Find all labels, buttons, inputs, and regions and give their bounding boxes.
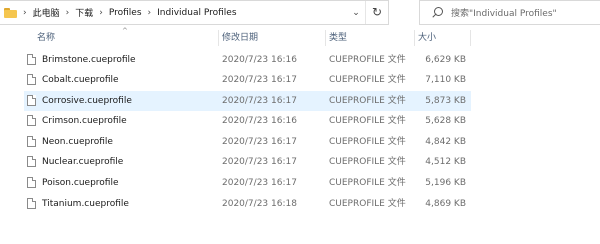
file-name: Corrosive.cueprofile [42, 96, 132, 106]
file-modified-date: 2020/7/23 16:17 [222, 75, 297, 85]
column-divider[interactable] [470, 30, 471, 46]
breadcrumb-separator-icon: › [147, 7, 152, 18]
file-size: 4,512 KB [425, 157, 466, 167]
file-name: Titanium.cueprofile [42, 199, 129, 209]
file-modified-date: 2020/7/23 16:17 [222, 157, 297, 167]
file-modified-date: 2020/7/23 16:16 [222, 116, 297, 126]
breadcrumb-item-individual-profiles[interactable]: Individual Profiles [157, 8, 236, 18]
column-divider[interactable] [414, 30, 415, 46]
breadcrumb-item-profiles[interactable]: Profiles [109, 8, 142, 18]
file-type: CUEPROFILE 文件 [329, 137, 406, 147]
file-row[interactable]: Titanium.cueprofile 2020/7/23 16:18 CUEP… [24, 194, 471, 214]
file-size: 4,869 KB [425, 199, 466, 209]
file-type: CUEPROFILE 文件 [329, 55, 406, 65]
file-row[interactable]: Poison.cueprofile 2020/7/23 16:17 CUEPRO… [24, 173, 471, 193]
column-divider[interactable] [218, 30, 219, 46]
search-placeholder: 搜索"Individual Profiles" [451, 9, 557, 19]
file-type: CUEPROFILE 文件 [329, 75, 406, 85]
file-icon [27, 136, 36, 147]
file-name: Neon.cueprofile [42, 137, 113, 147]
breadcrumb-separator-icon: › [99, 7, 103, 18]
column-divider[interactable] [325, 30, 326, 46]
file-modified-date: 2020/7/23 16:18 [222, 199, 297, 209]
search-input[interactable]: 搜索"Individual Profiles" [419, 0, 600, 25]
column-header-name[interactable]: 名称 [37, 27, 55, 49]
file-size: 5,873 KB [425, 96, 466, 106]
column-header-row: ^ 名称 修改日期 类型 大小 [0, 27, 471, 49]
file-modified-date: 2020/7/23 16:17 [222, 96, 297, 106]
file-row[interactable]: Nuclear.cueprofile 2020/7/23 16:17 CUEPR… [24, 152, 471, 172]
file-name: Nuclear.cueprofile [42, 157, 124, 167]
file-type: CUEPROFILE 文件 [329, 157, 406, 167]
breadcrumb-separator-icon: › [65, 7, 70, 18]
file-icon [27, 95, 36, 106]
file-type: CUEPROFILE 文件 [329, 178, 406, 188]
sort-ascending-icon: ^ [122, 27, 128, 35]
file-row[interactable]: Neon.cueprofile 2020/7/23 16:17 CUEPROFI… [24, 132, 471, 152]
folder-icon [4, 7, 17, 18]
file-row[interactable]: Crimson.cueprofile 2020/7/23 16:16 CUEPR… [24, 111, 471, 131]
file-name: Cobalt.cueprofile [42, 75, 119, 85]
file-icon [27, 156, 36, 167]
file-name: Brimstone.cueprofile [42, 55, 136, 65]
file-size: 6,629 KB [425, 55, 466, 65]
file-icon [27, 177, 36, 188]
file-size: 7,110 KB [425, 75, 466, 85]
file-size: 5,196 KB [425, 178, 466, 188]
file-icon [27, 74, 36, 85]
file-modified-date: 2020/7/23 16:17 [222, 178, 297, 188]
breadcrumb-item-this-pc[interactable]: 此电脑 [33, 6, 60, 19]
file-name: Crimson.cueprofile [42, 116, 127, 126]
breadcrumb-item-downloads[interactable]: 下载 [75, 6, 93, 19]
column-header-type[interactable]: 类型 [329, 27, 347, 49]
file-type: CUEPROFILE 文件 [329, 116, 406, 126]
refresh-icon[interactable]: ↻ [365, 1, 388, 24]
file-type: CUEPROFILE 文件 [329, 199, 406, 209]
file-size: 5,628 KB [425, 116, 466, 126]
file-row[interactable]: Cobalt.cueprofile 2020/7/23 16:17 CUEPRO… [24, 70, 471, 90]
chevron-down-icon[interactable]: ⌄ [347, 8, 365, 18]
address-bar[interactable]: › 此电脑 › 下载 › Profiles › Individual Profi… [0, 0, 389, 25]
column-header-date[interactable]: 修改日期 [222, 27, 258, 49]
breadcrumb-separator-icon: › [23, 7, 27, 18]
file-type: CUEPROFILE 文件 [329, 96, 406, 106]
file-row[interactable]: Brimstone.cueprofile 2020/7/23 16:16 CUE… [24, 50, 471, 70]
file-row-selected[interactable]: Corrosive.cueprofile 2020/7/23 16:17 CUE… [24, 91, 471, 111]
file-size: 4,842 KB [425, 137, 466, 147]
file-name: Poison.cueprofile [42, 178, 119, 188]
file-icon [27, 54, 36, 65]
search-icon [431, 6, 445, 20]
column-header-size[interactable]: 大小 [418, 27, 436, 49]
file-icon [27, 198, 36, 209]
file-modified-date: 2020/7/23 16:17 [222, 137, 297, 147]
file-icon [27, 115, 36, 126]
file-modified-date: 2020/7/23 16:16 [222, 55, 297, 65]
